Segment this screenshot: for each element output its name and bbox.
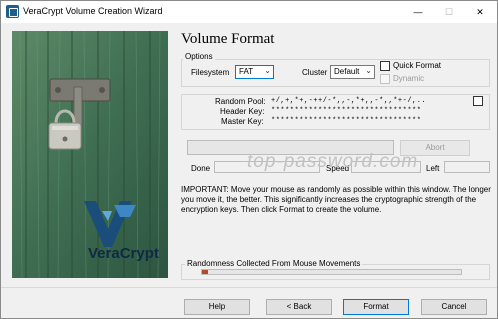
- watermark-text: top-password.com: [247, 151, 419, 172]
- instructions-text: IMPORTANT: Move your mouse as randomly a…: [181, 185, 491, 214]
- window-title: VeraCrypt Volume Creation Wizard: [23, 6, 163, 16]
- randomness-label: Randomness Collected From Mouse Movement…: [185, 259, 363, 268]
- padlock-on-door-image: [12, 31, 168, 278]
- randomness-meter-fill: [202, 270, 208, 274]
- left-value-field: [444, 161, 490, 173]
- veracrypt-logo-text: VeraCrypt: [88, 245, 159, 262]
- wizard-side-image: VeraCrypt: [12, 31, 168, 278]
- title-bar[interactable]: VeraCrypt Volume Creation Wizard — ☐ ✕: [1, 1, 497, 23]
- veracrypt-app-icon: [6, 5, 19, 18]
- close-button[interactable]: ✕: [464, 1, 496, 23]
- random-pool-value: +/,+,*+,-++/-*,,-,*+,,-*,,*+-/,..: [271, 97, 427, 105]
- options-group-label: Options: [183, 52, 215, 61]
- left-label: Left: [426, 164, 440, 173]
- minimize-button[interactable]: —: [402, 1, 434, 23]
- format-button[interactable]: Format: [343, 299, 409, 315]
- done-label: Done: [191, 164, 211, 173]
- cluster-select[interactable]: Default ⌄: [330, 65, 375, 79]
- wizard-window: VeraCrypt Volume Creation Wizard — ☐ ✕ V…: [0, 0, 498, 319]
- randomness-meter: [201, 269, 462, 275]
- master-key-value: ********************************: [271, 117, 422, 125]
- back-button[interactable]: < Back: [266, 299, 332, 315]
- filesystem-label: Filesystem: [191, 68, 230, 77]
- cancel-button[interactable]: Cancel: [421, 299, 487, 315]
- header-key-label: Header Key:: [220, 107, 265, 116]
- filesystem-select[interactable]: FAT ⌄: [235, 65, 274, 79]
- show-pool-checkbox[interactable]: [473, 96, 483, 106]
- help-button[interactable]: Help: [184, 299, 250, 315]
- dynamic-checkbox[interactable]: [380, 74, 390, 84]
- master-key-label: Master Key:: [221, 117, 264, 126]
- filesystem-value: FAT: [239, 67, 254, 76]
- maximize-button[interactable]: ☐: [433, 1, 465, 23]
- random-pool-label: Random Pool:: [215, 97, 266, 106]
- header-key-value: ********************************: [271, 107, 422, 115]
- chevron-down-icon: ⌄: [365, 66, 372, 75]
- quick-format-checkbox[interactable]: [380, 61, 390, 71]
- cluster-value: Default: [334, 67, 360, 76]
- dynamic-label: Dynamic: [393, 74, 425, 83]
- chevron-down-icon: ⌄: [264, 66, 271, 75]
- footer-divider: [1, 287, 497, 288]
- cluster-label: Cluster: [302, 68, 328, 77]
- quick-format-label[interactable]: Quick Format: [393, 61, 441, 70]
- page-heading: Volume Format: [181, 31, 275, 47]
